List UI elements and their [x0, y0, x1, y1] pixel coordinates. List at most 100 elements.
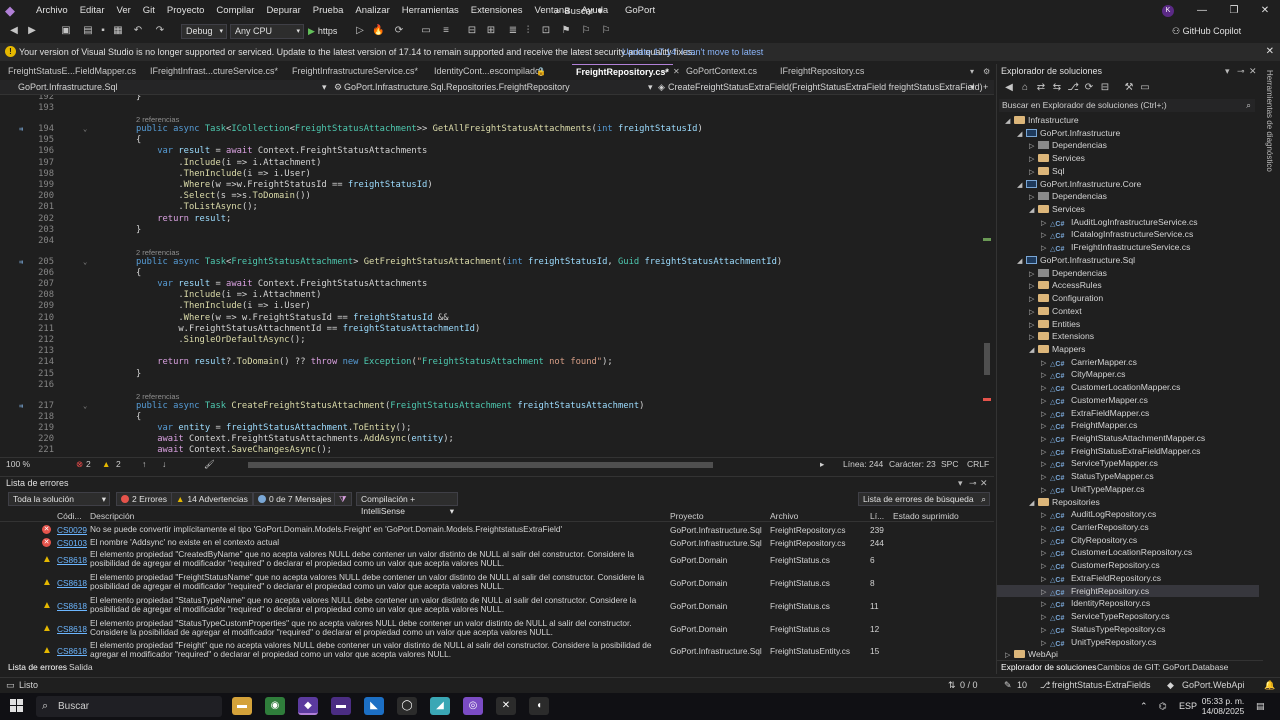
tab-error-list[interactable]: Lista de errores: [8, 661, 67, 673]
tab-ifreightrepository[interactable]: IFreightRepository.cs: [780, 64, 864, 79]
tree-item[interactable]: ▷ Dependencias: [997, 190, 1259, 203]
tree-item[interactable]: ▷ Configuration: [997, 292, 1259, 305]
fold-toggle-icon[interactable]: ⌄: [83, 258, 87, 266]
clock[interactable]: 05:33 p. m. 14/08/2025: [1200, 696, 1246, 716]
redo-icon[interactable]: ↷: [154, 25, 166, 37]
preview-icon[interactable]: ▭: [1139, 82, 1151, 94]
whitespace-mode[interactable]: SPC: [941, 458, 958, 471]
tree-item[interactable]: ▷ △C# CustomerLocationRepository.cs: [997, 546, 1259, 559]
hot-reload-icon[interactable]: 🔥: [372, 25, 384, 37]
minimize-icon[interactable]: —: [1187, 0, 1217, 22]
tree-item[interactable]: ▷ △C# CityRepository.cs: [997, 534, 1259, 547]
code-cleanup-icon[interactable]: 🖌: [204, 458, 215, 471]
column-description[interactable]: Descripción: [90, 510, 134, 522]
toolbar-icon-g[interactable]: ⊡: [540, 25, 552, 37]
toolbar-icon-d[interactable]: ⊞: [485, 25, 497, 37]
tree-item[interactable]: ▷ △C# UnitTypeMapper.cs: [997, 483, 1259, 496]
code-line[interactable]: public async Task<FreightStatusAttachmen…: [136, 257, 782, 267]
tree-item[interactable]: ◢ Mappers: [997, 343, 1259, 356]
diagnostic-tools-strip[interactable]: Herramientas de diagnóstico: [1263, 64, 1280, 674]
pending-changes[interactable]: 0 / 0: [960, 678, 978, 693]
configuration-select[interactable]: Debug ▾: [181, 24, 227, 39]
implementation-marker-icon[interactable]: ⇉: [19, 125, 27, 133]
table-row[interactable]: ▲ CS8618 El elemento propiedad "StatusType…: [0, 595, 994, 615]
notifications-icon[interactable]: 🔔: [1264, 678, 1275, 693]
code-line[interactable]: await Context.FreightStatusAttachments.A…: [136, 434, 454, 444]
tree-item[interactable]: ◢ Infrastructure: [997, 114, 1259, 127]
save-all-icon[interactable]: ▦: [112, 25, 124, 37]
tree-item[interactable]: ◢ GoPort.Infrastructure.Sql: [997, 254, 1259, 267]
tree-item[interactable]: ▷ △C# FreightRepository.cs: [997, 584, 1259, 598]
build-filter-select[interactable]: Compilación + IntelliSense ▾: [356, 492, 458, 516]
sync-icon[interactable]: ⇄: [1035, 82, 1047, 94]
tree-item[interactable]: ◢ GoPort.Infrastructure.Core: [997, 178, 1259, 191]
tree-item[interactable]: ▷ △C# IAuditLogInfrastructureService.cs: [997, 216, 1259, 229]
tree-item[interactable]: ▷ Dependencias: [997, 139, 1259, 152]
tree-item[interactable]: ▷ △C# FreightStatusAttachmentMapper.cs: [997, 432, 1259, 445]
github-icon[interactable]: ◯: [397, 697, 417, 715]
tree-item[interactable]: ▷ Sql: [997, 165, 1259, 178]
app-purple-icon[interactable]: ▬: [331, 697, 351, 715]
column-code[interactable]: Códi...: [57, 510, 82, 522]
tree-item[interactable]: ▷ △C# UnitTypeRepository.cs: [997, 636, 1259, 649]
code-line[interactable]: .Select(s =>s.ToDomain()): [136, 191, 310, 201]
code-line[interactable]: .SingleOrDefaultAsync();: [136, 335, 305, 345]
code-line[interactable]: await Context.SaveChangesAsync();: [136, 445, 332, 455]
code-line[interactable]: .Where(w => w.FreightStatusId == freight…: [136, 313, 448, 323]
tree-item[interactable]: ▷ △C# CustomerMapper.cs: [997, 394, 1259, 407]
tree-item[interactable]: ▷ AccessRules: [997, 279, 1259, 292]
tree-item[interactable]: ▷ △C# ICatalogInfrastructureService.cs: [997, 228, 1259, 241]
line-ending[interactable]: CRLF: [967, 458, 989, 471]
menu-item-herramientas[interactable]: Herramientas: [396, 0, 465, 22]
visual-studio-logo-icon[interactable]: ◆: [5, 4, 19, 18]
code-line[interactable]: }: [136, 369, 141, 379]
menu-item-prueba[interactable]: Prueba: [307, 0, 350, 22]
vscode-icon[interactable]: ◣: [364, 697, 384, 715]
bookmark-icon[interactable]: ⚑: [560, 25, 572, 37]
implementation-marker-icon[interactable]: ⇉: [19, 402, 27, 410]
tab-list-icon[interactable]: ▾: [970, 64, 974, 79]
maximize-icon[interactable]: ❐: [1219, 0, 1249, 22]
code-line[interactable]: var result = await Context.FreightStatus…: [136, 146, 427, 156]
menu-item-proyecto[interactable]: Proyecto: [161, 0, 211, 22]
tree-item[interactable]: ▷ Dependencias: [997, 267, 1259, 280]
toolbar-icon-b[interactable]: ≡: [440, 25, 452, 37]
error-code-link[interactable]: CS0029: [57, 525, 87, 535]
home-icon[interactable]: ⌂: [1019, 82, 1031, 94]
tab-identitycontext[interactable]: IdentityCont...escompilado]: [434, 64, 543, 79]
cursor-app-icon[interactable]: ◖: [529, 697, 549, 715]
update-link[interactable]: Update 17.14: [622, 43, 676, 61]
tree-item[interactable]: ▷ △C# IFreightInfrastructureService.cs: [997, 241, 1259, 254]
run-without-debug-icon[interactable]: ▷: [354, 25, 366, 37]
tree-item[interactable]: ▷ △C# ServiceTypeMapper.cs: [997, 457, 1259, 470]
language-indicator[interactable]: ESP: [1179, 693, 1197, 720]
menu-item-compilar[interactable]: Compilar: [210, 0, 260, 22]
undo-icon[interactable]: ↶: [132, 25, 144, 37]
tab-freightstatusextrafieldmapper[interactable]: FreightStatusE...FieldMapper.cs: [8, 64, 136, 79]
error-code-link[interactable]: CS8618: [57, 555, 87, 565]
editor-horizontal-scrollbar[interactable]: [248, 462, 713, 468]
tree-item[interactable]: ▷ △C# FreightMapper.cs: [997, 419, 1259, 432]
filter-icon[interactable]: ⧩: [334, 492, 352, 506]
error-code-link[interactable]: CS8618: [57, 646, 87, 656]
tab-freightinfrastructureservice[interactable]: FreightInfrastructureService.cs*: [292, 64, 418, 79]
code-line[interactable]: public async Task CreateFreightStatusAtt…: [136, 401, 644, 411]
tree-item[interactable]: ▷ △C# StatusTypeMapper.cs: [997, 470, 1259, 483]
visual-studio-icon[interactable]: ◆: [298, 697, 318, 715]
code-line[interactable]: .Include(i => i.Attachment): [136, 158, 321, 168]
menu-item-git[interactable]: Git: [137, 0, 161, 22]
open-folder-icon[interactable]: ▤: [82, 25, 94, 37]
toolbar-icon-e[interactable]: ≣: [507, 25, 519, 37]
chrome-icon[interactable]: ◉: [265, 697, 285, 715]
column-suppressed[interactable]: Estado suprimido: [893, 510, 959, 522]
column-file[interactable]: Archivo: [770, 510, 798, 522]
messages-filter-button[interactable]: 0 de 7 Mensajes: [253, 492, 337, 506]
code-line[interactable]: .ToListAsync();: [136, 202, 257, 212]
tree-item[interactable]: ▷ △C# CustomerRepository.cs: [997, 559, 1259, 572]
fold-toggle-icon[interactable]: ⌄: [83, 402, 87, 410]
error-count-icon[interactable]: ⊗: [76, 458, 83, 471]
menu-item-analizar[interactable]: Analizar: [349, 0, 395, 22]
close-icon[interactable]: ✕: [980, 477, 988, 490]
error-code-link[interactable]: CS8618: [57, 601, 87, 611]
back-icon[interactable]: ◀: [8, 25, 20, 37]
